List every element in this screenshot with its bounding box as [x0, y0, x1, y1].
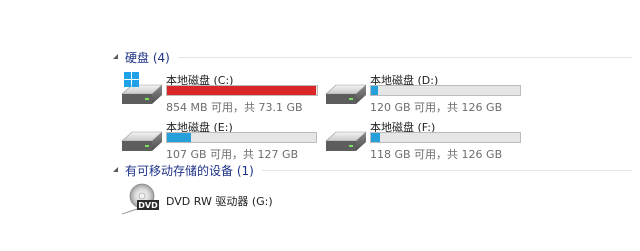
- drive-usage-bar: [370, 85, 521, 96]
- hard-disks-section-title: 硬盘 (4): [125, 50, 170, 65]
- removable-section-title: 有可移动存储的设备 (1): [125, 163, 254, 178]
- hard-drive-icon: [325, 84, 367, 104]
- drive-item-c[interactable]: 本地磁盘 (C:) 854 MB 可用，共 73.1 GB: [118, 70, 328, 114]
- dvd-drive-item[interactable]: DVD DVD RW 驱动器 (G:): [122, 182, 322, 216]
- hard-disks-section-header[interactable]: 硬盘 (4): [112, 48, 632, 66]
- hard-drive-icon: [121, 131, 163, 151]
- drive-usage-bar: [370, 132, 521, 143]
- section-divider: [177, 56, 632, 58]
- windows-logo-icon: [124, 72, 139, 87]
- dvd-label: DVD: [138, 201, 158, 210]
- drive-usage-fill: [167, 133, 191, 142]
- drive-usage-bar: [166, 85, 318, 96]
- drive-item-d[interactable]: 本地磁盘 (D:) 120 GB 可用，共 126 GB: [322, 70, 532, 114]
- collapse-chevron-icon[interactable]: [112, 166, 120, 174]
- drive-usage-fill: [167, 86, 316, 95]
- drive-space-info: 107 GB 可用，共 127 GB: [166, 148, 299, 161]
- section-divider: [261, 169, 632, 171]
- collapse-chevron-icon[interactable]: [112, 53, 120, 61]
- drive-item-f[interactable]: 本地磁盘 (F:) 118 GB 可用，共 126 GB: [322, 117, 532, 161]
- drive-space-info: 118 GB 可用，共 126 GB: [370, 148, 503, 161]
- dvd-drive-icon: DVD: [122, 183, 159, 215]
- drive-usage-fill: [371, 133, 380, 142]
- hard-drive-icon: [121, 72, 163, 104]
- drive-space-info: 854 MB 可用，共 73.1 GB: [166, 101, 303, 114]
- drive-usage-fill: [371, 86, 379, 95]
- drive-space-info: 120 GB 可用，共 126 GB: [370, 101, 503, 114]
- removable-section-header[interactable]: 有可移动存储的设备 (1): [112, 161, 632, 179]
- drive-item-e[interactable]: 本地磁盘 (E:) 107 GB 可用，共 127 GB: [118, 117, 328, 161]
- drive-usage-bar: [166, 132, 317, 143]
- hard-drive-icon: [325, 131, 367, 151]
- drive-name: DVD RW 驱动器 (G:): [166, 195, 273, 208]
